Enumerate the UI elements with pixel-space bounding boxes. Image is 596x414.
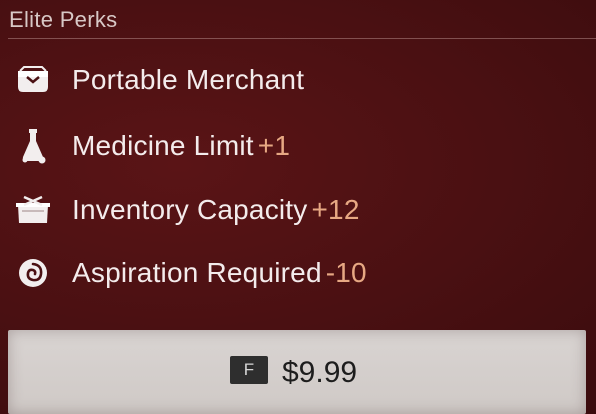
header-divider <box>8 38 596 39</box>
perk-bonus: +1 <box>257 130 291 161</box>
perk-label: Medicine Limit +1 <box>72 130 291 161</box>
perk-item-medicine-limit: Medicine Limit +1 <box>0 124 596 168</box>
aspiration-swirl-icon <box>14 254 52 292</box>
perk-bonus: -10 <box>325 257 367 288</box>
perk-item-inventory-capacity: Inventory Capacity +12 <box>0 188 596 232</box>
panel-header: Elite Perks <box>0 0 596 40</box>
perk-label: Inventory Capacity +12 <box>72 194 360 225</box>
perk-label: Portable Merchant <box>72 64 305 95</box>
inventory-crate-icon <box>14 191 52 229</box>
elite-perks-panel: Elite Perks Portable Merchant Medicine L… <box>0 0 596 414</box>
perk-label: Aspiration Required -10 <box>72 257 367 288</box>
merchant-bag-icon <box>14 61 52 99</box>
perk-item-aspiration-required: Aspiration Required -10 <box>0 251 596 295</box>
perk-bonus: +12 <box>311 194 360 225</box>
price-label: $9.99 <box>282 356 358 389</box>
keybind-badge: F <box>230 356 268 384</box>
perk-item-portable-merchant: Portable Merchant <box>0 58 596 102</box>
medicine-flask-icon <box>14 127 52 165</box>
panel-title: Elite Perks <box>9 7 118 32</box>
purchase-button[interactable]: F $9.99 <box>8 330 586 414</box>
